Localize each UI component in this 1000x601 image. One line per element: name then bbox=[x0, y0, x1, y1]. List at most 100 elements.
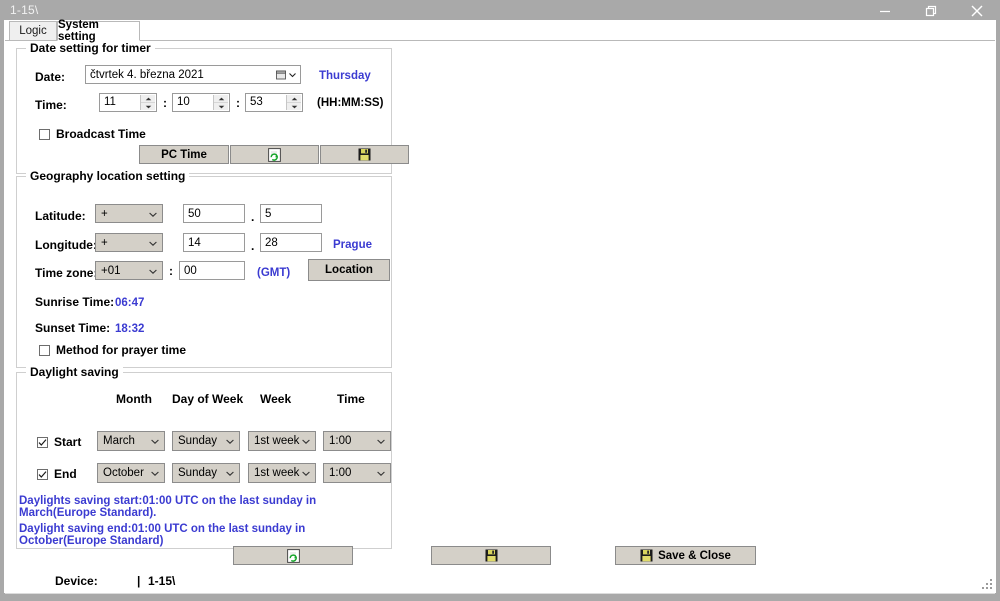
time-format-hint: (HH:MM:SS) bbox=[317, 97, 384, 109]
timezone-label: Time zone: bbox=[35, 266, 98, 280]
location-button[interactable]: Location bbox=[308, 259, 390, 281]
write-time-button[interactable] bbox=[320, 145, 409, 164]
dst-end-week-select[interactable]: 1st week bbox=[248, 463, 316, 483]
longitude-minutes-value: 28 bbox=[265, 236, 278, 249]
date-setting-group: Date setting for timer Date: čtvrtek 4. … bbox=[16, 41, 409, 174]
column-header-time: Time bbox=[337, 392, 365, 406]
resize-grip[interactable] bbox=[979, 576, 992, 589]
tab-system-setting-label: System setting bbox=[58, 19, 99, 43]
longitude-degrees-input[interactable]: 14 bbox=[183, 233, 245, 252]
seconds-down-icon[interactable] bbox=[287, 103, 301, 110]
latitude-sign-select[interactable]: + bbox=[95, 204, 163, 223]
dst-end-time-value: 1:00 bbox=[329, 467, 352, 479]
pc-time-button-label: PC Time bbox=[161, 148, 207, 161]
minutes-spin-buttons[interactable] bbox=[213, 95, 228, 110]
footer-write-button[interactable] bbox=[431, 546, 551, 565]
seconds-spin-buttons[interactable] bbox=[286, 95, 301, 110]
dst-end-checkbox-box bbox=[37, 468, 48, 480]
prayer-time-label: Method for prayer time bbox=[56, 343, 187, 357]
broadcast-time-checkbox[interactable]: Broadcast Time bbox=[39, 127, 146, 141]
hours-spin-buttons[interactable] bbox=[140, 95, 155, 110]
location-button-label: Location bbox=[325, 264, 373, 276]
dst-start-month-select[interactable]: March bbox=[97, 431, 165, 451]
hours-down-icon[interactable] bbox=[141, 103, 155, 110]
dst-end-week-value: 1st week bbox=[254, 467, 300, 479]
longitude-minutes-input[interactable]: 28 bbox=[260, 233, 322, 252]
dst-start-day-value: Sunday bbox=[178, 435, 218, 447]
tab-logic[interactable]: Logic bbox=[9, 21, 57, 41]
minutes-down-icon[interactable] bbox=[214, 103, 228, 110]
save-and-close-label: Save & Close bbox=[658, 549, 731, 562]
save-floppy-icon bbox=[358, 148, 371, 161]
sunrise-value: 06:47 bbox=[115, 297, 145, 309]
device-value: 1-15\ bbox=[148, 574, 176, 588]
seconds-up-icon[interactable] bbox=[287, 95, 301, 103]
footer-read-button[interactable] bbox=[233, 546, 353, 565]
chevron-down-icon bbox=[149, 265, 157, 277]
tab-strip: Logic System setting bbox=[5, 19, 995, 43]
hours-up-icon[interactable] bbox=[141, 95, 155, 103]
dst-start-week-select[interactable]: 1st week bbox=[248, 431, 316, 451]
restore-icon[interactable] bbox=[908, 0, 954, 22]
weekday-label: Thursday bbox=[319, 70, 371, 82]
longitude-sign-value: + bbox=[101, 236, 108, 249]
longitude-sign-select[interactable]: + bbox=[95, 233, 163, 252]
date-label: Date: bbox=[35, 70, 66, 84]
hours-stepper[interactable]: 11 bbox=[99, 93, 157, 112]
timezone-minutes-value: 00 bbox=[184, 264, 197, 277]
save-and-close-button[interactable]: Save & Close bbox=[615, 546, 756, 565]
column-header-month: Month bbox=[116, 392, 152, 406]
timezone-minutes-input[interactable]: 00 bbox=[179, 261, 245, 280]
latitude-sign-value: + bbox=[101, 207, 108, 220]
check-icon bbox=[38, 438, 47, 446]
close-icon[interactable] bbox=[954, 0, 1000, 22]
prayer-time-checkbox[interactable]: Method for prayer time bbox=[39, 343, 186, 357]
dst-start-day-select[interactable]: Sunday bbox=[172, 431, 240, 451]
dst-end-month-select[interactable]: October bbox=[97, 463, 165, 483]
latitude-minutes-input[interactable]: 5 bbox=[260, 204, 322, 223]
sunrise-label: Sunrise Time: bbox=[35, 295, 115, 309]
application-window: 1-15\ Logic System setting Date setting … bbox=[0, 0, 1000, 601]
dst-end-checkbox[interactable]: End bbox=[37, 467, 77, 481]
pc-time-button[interactable]: PC Time bbox=[139, 145, 229, 164]
chevron-down-icon bbox=[151, 467, 159, 479]
chevron-down-icon bbox=[302, 435, 310, 447]
minutes-stepper[interactable]: 10 bbox=[172, 93, 230, 112]
chevron-down-icon bbox=[377, 435, 385, 447]
date-input[interactable]: čtvrtek 4. března 2021 bbox=[85, 65, 301, 84]
gmt-label: (GMT) bbox=[257, 267, 291, 279]
read-document-icon bbox=[268, 147, 281, 162]
timezone-separator: : bbox=[169, 264, 173, 278]
dst-end-day-select[interactable]: Sunday bbox=[172, 463, 240, 483]
dst-info-start: Daylights saving start:01:00 UTC on the … bbox=[19, 495, 317, 519]
sunset-label: Sunset Time: bbox=[35, 321, 111, 335]
dst-start-time-select[interactable]: 1:00 bbox=[323, 431, 391, 451]
dst-start-checkbox[interactable]: Start bbox=[37, 435, 81, 449]
minutes-up-icon[interactable] bbox=[214, 95, 228, 103]
read-time-button[interactable] bbox=[230, 145, 319, 164]
dst-end-time-select[interactable]: 1:00 bbox=[323, 463, 391, 483]
timezone-hours-value: +01 bbox=[101, 264, 121, 277]
date-input-value: čtvrtek 4. března 2021 bbox=[90, 68, 204, 81]
latitude-label: Latitude: bbox=[35, 209, 86, 223]
save-floppy-icon bbox=[640, 549, 653, 562]
dst-info-end: Daylight saving end:01:00 UTC on the las… bbox=[19, 523, 306, 547]
latitude-minutes-value: 5 bbox=[265, 207, 272, 220]
latitude-degrees-input[interactable]: 50 bbox=[183, 204, 245, 223]
timezone-hours-select[interactable]: +01 bbox=[95, 261, 163, 280]
read-document-icon bbox=[286, 548, 300, 563]
sunset-value: 18:32 bbox=[115, 323, 145, 335]
geography-group: Geography location setting Latitude: + 5… bbox=[16, 169, 392, 368]
dst-end-label: End bbox=[54, 467, 77, 481]
longitude-degrees-value: 14 bbox=[188, 236, 201, 249]
dst-start-time-value: 1:00 bbox=[329, 435, 352, 447]
tab-system-setting[interactable]: System setting bbox=[57, 19, 140, 43]
minutes-value: 10 bbox=[177, 96, 190, 108]
chevron-down-icon bbox=[149, 208, 157, 220]
seconds-stepper[interactable]: 53 bbox=[245, 93, 303, 112]
broadcast-time-checkbox-box bbox=[39, 128, 50, 140]
date-picker-dropdown[interactable] bbox=[276, 69, 296, 80]
minimize-icon[interactable] bbox=[862, 0, 908, 22]
time-label: Time: bbox=[35, 98, 67, 112]
tab-logic-label: Logic bbox=[19, 25, 47, 37]
